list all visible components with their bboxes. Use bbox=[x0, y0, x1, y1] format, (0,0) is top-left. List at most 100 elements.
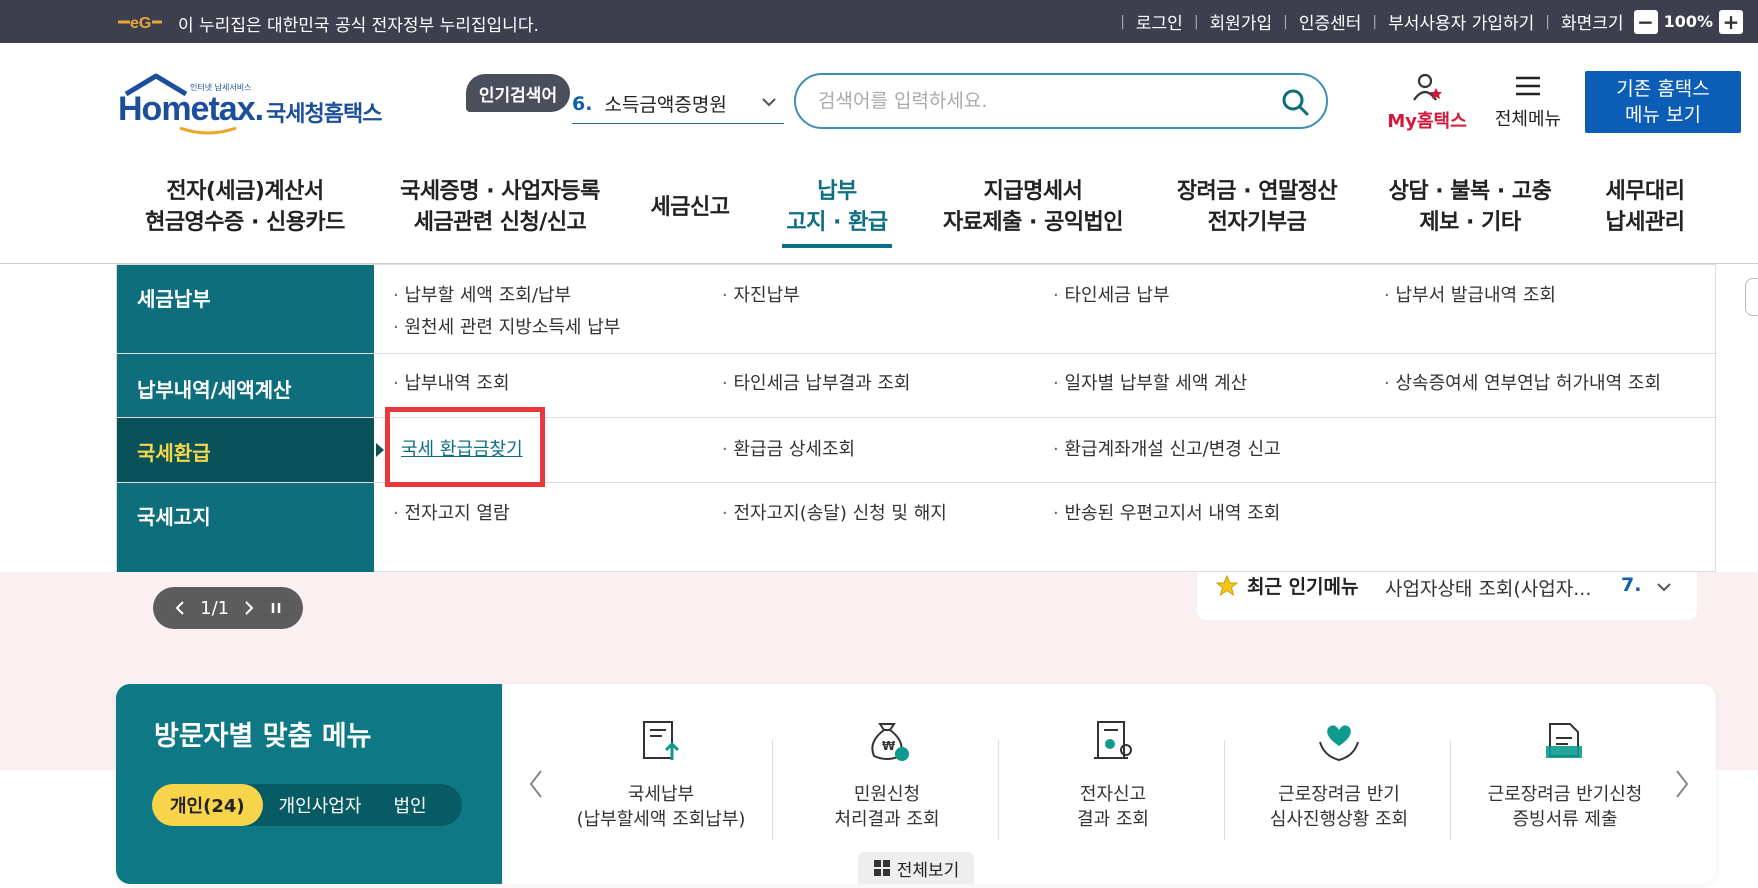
divider bbox=[998, 740, 999, 840]
submenu-row-tax-payment: 세금납부 납부할 세액 조회/납부 자진납부 타인세금 납부 납부서 발급내역 … bbox=[117, 265, 1717, 354]
service-label: 근로장려금 반기 bbox=[1278, 784, 1400, 805]
cert-center-link[interactable]: 인증센터 bbox=[1299, 9, 1362, 34]
gnb-item-certificates[interactable]: 국세증명 · 사업자등록 세금관련 신청/신고 bbox=[390, 176, 610, 238]
service-incentive-status[interactable]: 근로장려금 반기 심사진행상황 조회 bbox=[1226, 684, 1452, 884]
zoom-in-button[interactable]: + bbox=[1719, 9, 1743, 34]
submenu-link[interactable]: 상속증여세 연부연납 허가내역 조회 bbox=[1384, 369, 1661, 395]
chevron-down-icon bbox=[762, 98, 776, 107]
legacy-menu-button[interactable]: 기존 홈택스 메뉴 보기 bbox=[1585, 71, 1741, 133]
document-upload-icon bbox=[643, 721, 680, 760]
gnb-label: 납부 bbox=[817, 179, 857, 204]
service-e-filing-result[interactable]: 전자신고결과 조회 bbox=[1000, 684, 1226, 884]
submenu-link[interactable]: 전자고지(송달) 신청 및 해지 bbox=[722, 499, 946, 525]
submenu-link[interactable]: 납부내역 조회 bbox=[393, 369, 509, 395]
all-menu-button[interactable]: 전체메뉴 bbox=[1486, 72, 1570, 131]
star-icon bbox=[1215, 574, 1239, 597]
view-all-label: 전체보기 bbox=[896, 860, 960, 881]
heart-hands-icon bbox=[1319, 725, 1359, 762]
service-label: (납부할세액 조회납부) bbox=[576, 809, 746, 830]
submenu-link[interactable]: 전자고지 열람 bbox=[393, 499, 509, 525]
submenu-link[interactable]: 납부서 발급내역 조회 bbox=[1384, 281, 1555, 307]
submenu-cat-payment-history[interactable]: 납부내역/세액계산 bbox=[117, 354, 374, 417]
service-label: 전자신고 bbox=[1079, 784, 1147, 805]
hometax-logo[interactable]: 인터넷 납세서비스 Hometax. 국세청홈택스 bbox=[118, 72, 388, 138]
money-bag-icon: ₩ bbox=[871, 723, 909, 761]
pause-icon[interactable] bbox=[269, 600, 283, 616]
service-label: 국세납부 bbox=[627, 784, 695, 805]
gnb-item-payment[interactable]: 납부고지 · 환급 bbox=[782, 176, 892, 248]
service-label: 민원신청 bbox=[853, 784, 921, 805]
submenu-link[interactable]: 환급계좌개설 신고/변경 신고 bbox=[1053, 435, 1280, 461]
gnb-item-tax-agent[interactable]: 세무대리 납세관리 bbox=[1602, 176, 1688, 238]
payment-submenu-panel: 세금납부 납부할 세액 조회/납부 자진납부 타인세금 납부 납부서 발급내역 … bbox=[116, 264, 1717, 573]
popular-search-select[interactable]: 6. 소득금액증명원 bbox=[572, 84, 784, 124]
submenu-link[interactable]: 반송된 우편고지서 내역 조회 bbox=[1053, 499, 1280, 525]
chevron-right-icon[interactable] bbox=[1672, 768, 1692, 800]
my-hometax-button[interactable]: My홈택스 bbox=[1382, 72, 1472, 133]
gnb-item-incentive[interactable]: 장려금 · 연말정산 전자기부금 bbox=[1172, 176, 1342, 238]
scroll-document-icon bbox=[1094, 721, 1132, 759]
screen-size-label: 화면크기 bbox=[1561, 14, 1624, 34]
legacy-menu-line2: 메뉴 보기 bbox=[1625, 104, 1701, 126]
divider bbox=[772, 740, 773, 840]
gnb-label: 고지 · 환급 bbox=[786, 210, 888, 235]
gov-notice-bar: eG 이 누리집은 대한민국 공식 전자정부 누리집입니다. | 로그인 | 회… bbox=[0, 0, 1758, 43]
slider-page-indicator: 1/1 bbox=[200, 597, 230, 619]
search-input[interactable] bbox=[818, 87, 1248, 115]
signup-link[interactable]: 회원가입 bbox=[1210, 9, 1273, 34]
service-tax-payment[interactable]: 국세납부 (납부할세액 조회납부) bbox=[548, 684, 774, 884]
all-menu-label: 전체메뉴 bbox=[1494, 109, 1562, 130]
chevron-left-icon[interactable] bbox=[526, 768, 546, 800]
user-star-icon bbox=[1413, 73, 1442, 101]
side-tab-handle[interactable] bbox=[1745, 278, 1758, 316]
gnb-label: 장려금 · 연말정산 bbox=[1176, 179, 1338, 204]
chevron-left-icon[interactable] bbox=[173, 600, 187, 616]
global-nav: 전자(세금)계산서 현금영수증 · 신용카드 국세증명 · 사업자등록 세금관련 신… bbox=[0, 166, 1758, 264]
gnb-item-e-invoice[interactable]: 전자(세금)계산서 현금영수증 · 신용카드 bbox=[140, 176, 350, 238]
hamburger-menu-icon bbox=[1516, 76, 1540, 96]
recent-menu-item: 사업자상태 조회(사업자... bbox=[1385, 578, 1592, 600]
segment-corporation[interactable]: 법인 bbox=[377, 784, 442, 826]
folder-document-icon bbox=[1546, 723, 1582, 758]
service-incentive-docs[interactable]: 근로장려금 반기신청 증빙서류 제출 bbox=[1452, 684, 1678, 884]
gnb-label: 국세증명 · 사업자등록 bbox=[400, 179, 600, 204]
submenu-link[interactable]: 타인세금 납부결과 조회 bbox=[722, 369, 910, 395]
submenu-row-refund: 국세환급 국세 환급금찾기 환급금 상세조회 환급계좌개설 신고/변경 신고 bbox=[117, 418, 1717, 483]
service-label: 결과 조회 bbox=[1077, 809, 1149, 830]
submenu-link[interactable]: 일자별 납부할 세액 계산 bbox=[1053, 369, 1247, 395]
gov-logo-icon: eG bbox=[118, 15, 162, 32]
gnb-label: 자료제출 · 공익법인 bbox=[942, 210, 1124, 235]
submenu-link[interactable]: 자진납부 bbox=[722, 281, 799, 307]
submenu-cat-notice[interactable]: 국세고지 bbox=[117, 483, 374, 548]
service-label: 근로장려금 반기신청 bbox=[1487, 784, 1643, 805]
gnb-item-consult[interactable]: 상담 · 불복 · 고충 제보 · 기타 bbox=[1380, 176, 1560, 238]
gnb-label: 납세관리 bbox=[1605, 210, 1685, 235]
grid-icon bbox=[873, 860, 890, 876]
submenu-link[interactable]: 납부할 세액 조회/납부 bbox=[393, 281, 571, 307]
view-all-button[interactable]: 전체보기 bbox=[858, 852, 974, 884]
recent-popular-menu[interactable]: 최근 인기메뉴 사업자상태 조회(사업자... 7. bbox=[1197, 572, 1697, 620]
dept-user-signup-link[interactable]: 부서사용자 가입하기 bbox=[1388, 9, 1534, 34]
submenu-link[interactable]: 타인세금 납부 bbox=[1053, 281, 1169, 307]
popular-term: 소득금액증명원 bbox=[604, 94, 727, 116]
submenu-cat-label: 국세환급 bbox=[137, 441, 211, 465]
custom-menu-title: 방문자별 맞춤 메뉴 bbox=[154, 721, 372, 752]
logo-swoosh-icon bbox=[179, 126, 237, 135]
logo-wordmark: Hometax. bbox=[118, 90, 264, 128]
submenu-cat-refund[interactable]: 국세환급 bbox=[117, 418, 384, 482]
gnb-item-payment-statement[interactable]: 지급명세서 자료제출 · 공익법인 bbox=[938, 176, 1128, 238]
login-link[interactable]: 로그인 bbox=[1136, 9, 1183, 34]
gnb-item-tax-filing[interactable]: 세금신고 bbox=[640, 192, 740, 223]
submenu-link[interactable]: 환급금 상세조회 bbox=[722, 435, 855, 461]
chevron-right-icon[interactable] bbox=[242, 600, 256, 616]
segment-sole-proprietor[interactable]: 개인사업자 bbox=[263, 784, 378, 826]
gnb-label: 세금신고 bbox=[650, 195, 730, 220]
gnb-label: 전자(세금)계산서 bbox=[166, 179, 324, 204]
zoom-out-button[interactable]: − bbox=[1633, 9, 1658, 34]
submenu-link[interactable]: 원천세 관련 지방소득세 납부 bbox=[393, 313, 620, 339]
submenu-cat-tax-payment[interactable]: 세금납부 bbox=[117, 265, 374, 353]
search-icon[interactable] bbox=[1280, 87, 1310, 117]
my-hometax-label: My홈택스 bbox=[1387, 111, 1467, 132]
segment-individual[interactable]: 개인(24) bbox=[152, 784, 263, 826]
popular-search-badge: 인기검색어 bbox=[466, 74, 570, 112]
